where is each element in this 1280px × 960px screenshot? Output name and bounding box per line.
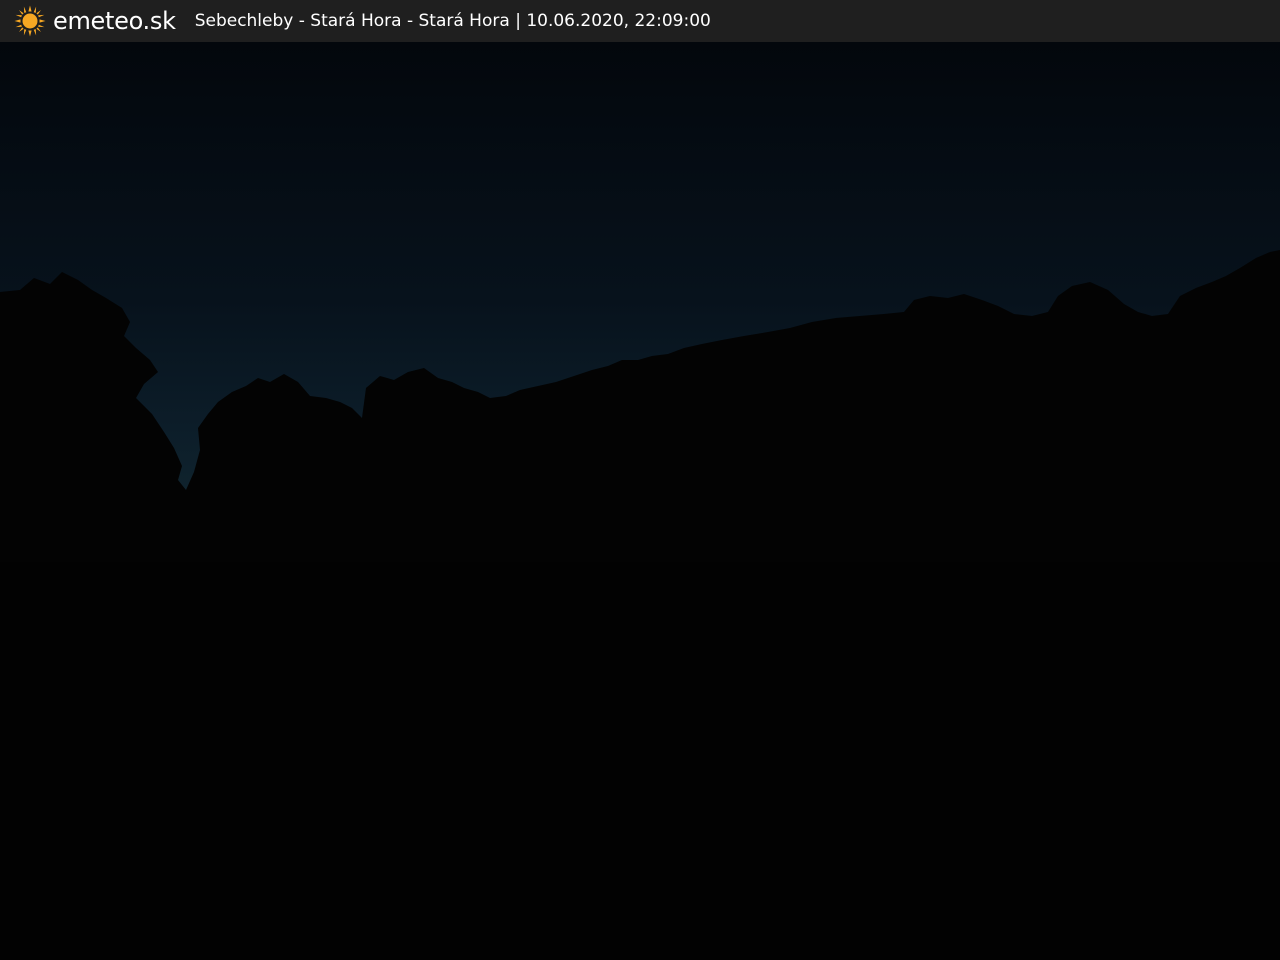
brand-name: emeteo.sk [53, 7, 176, 35]
webcam-image [0, 42, 1280, 960]
foreground-hillside [0, 562, 1280, 960]
location-name: Sebechleby - Stará Hora - Stará Hora [194, 11, 510, 31]
caption-separator: | [515, 11, 521, 31]
site-logo[interactable]: emeteo.sk [14, 0, 176, 42]
capture-timestamp: 10.06.2020, 22:09:00 [526, 11, 711, 31]
top-bar: emeteo.sk Sebechleby - Stará Hora - Star… [0, 0, 1280, 42]
sun-icon [14, 5, 46, 37]
webcam-caption: Sebechleby - Stará Hora - Stará Hora | 1… [195, 0, 711, 42]
